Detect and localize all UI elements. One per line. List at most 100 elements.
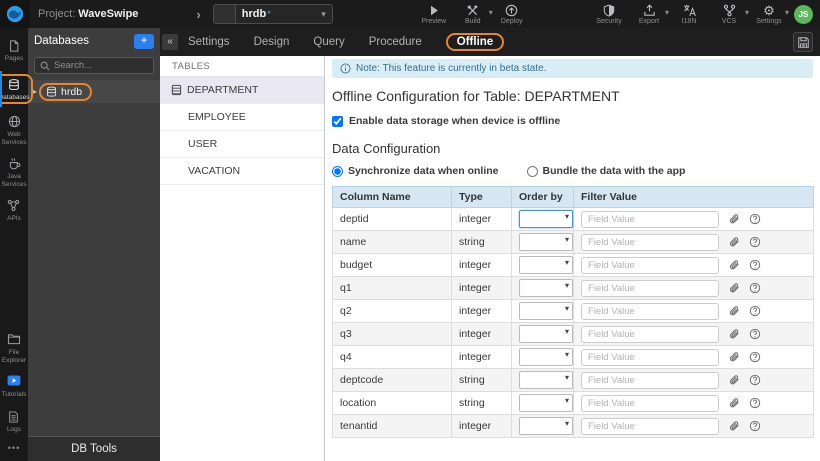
action-preview-button[interactable]: Preview	[421, 3, 447, 25]
help-icon[interactable]	[749, 236, 761, 248]
table-item-user[interactable]: USER	[160, 131, 324, 158]
filter-value-input[interactable]	[581, 325, 719, 343]
search-input[interactable]	[54, 60, 154, 71]
filter-value-input[interactable]	[581, 348, 719, 366]
filter-value-input[interactable]	[581, 302, 719, 320]
bind-field-icon[interactable]	[728, 351, 740, 363]
synchronize-radio[interactable]	[332, 165, 343, 177]
bind-field-icon[interactable]	[728, 328, 740, 340]
help-icon[interactable]	[749, 351, 761, 363]
bind-field-icon[interactable]	[728, 282, 740, 294]
sidebar-item-tutorials[interactable]: Tutorials	[0, 375, 28, 399]
bind-field-icon[interactable]	[728, 305, 740, 317]
filter-value-input[interactable]	[581, 256, 719, 274]
wavemaker-logo[interactable]	[0, 0, 30, 28]
tool-vcs-button[interactable]: VCS ▾	[716, 3, 749, 25]
column-type-cell: integer	[451, 299, 512, 323]
order-by-cell	[511, 322, 574, 346]
tool-i18n-button[interactable]: I18N	[676, 3, 702, 25]
pages-icon	[8, 39, 20, 53]
enable-offline-storage-checkbox[interactable]	[332, 115, 343, 127]
help-icon[interactable]	[749, 374, 761, 386]
database-icon	[46, 86, 57, 98]
help-icon[interactable]	[749, 213, 761, 225]
order-by-select[interactable]	[519, 279, 573, 297]
folder-icon	[7, 333, 21, 347]
order-by-select[interactable]	[519, 325, 573, 343]
db-tools-button[interactable]: DB Tools	[28, 436, 160, 461]
order-by-select[interactable]	[519, 371, 573, 389]
tree-expand-caret-icon[interactable]: ▸	[33, 87, 37, 96]
order-by-cell	[511, 414, 574, 438]
sidebar-item-java-services[interactable]: Java Services	[0, 157, 28, 188]
tab-query[interactable]: Query	[313, 36, 344, 48]
project-label: Project:	[38, 8, 76, 20]
filter-value-cell	[573, 230, 814, 254]
order-by-select[interactable]	[519, 210, 573, 228]
filter-value-input[interactable]	[581, 279, 719, 297]
bind-field-icon[interactable]	[728, 259, 740, 271]
database-item-hrdb[interactable]: ▸ hrdb	[28, 80, 160, 103]
order-by-select[interactable]	[519, 417, 573, 435]
filter-value-cell	[573, 322, 814, 346]
sidebar-item-label: Tutorials	[1, 391, 27, 398]
sidebar-item-logs[interactable]: Logs	[0, 410, 28, 434]
add-database-button[interactable]: +	[134, 33, 154, 49]
help-icon[interactable]	[749, 282, 761, 294]
export-icon	[643, 3, 656, 17]
column-name-cell: q4	[332, 345, 452, 369]
order-by-cell	[511, 368, 574, 392]
order-by-select[interactable]	[519, 256, 573, 274]
tab-settings[interactable]: Settings	[188, 36, 230, 48]
bind-field-icon[interactable]	[728, 397, 740, 409]
sidebar-item-web-services[interactable]: Web Services	[0, 115, 28, 146]
filter-value-input[interactable]	[581, 394, 719, 412]
breadcrumb-chevron-icon: ›	[196, 6, 201, 22]
filter-value-input[interactable]	[581, 233, 719, 251]
order-by-select[interactable]	[519, 348, 573, 366]
order-by-select[interactable]	[519, 302, 573, 320]
topbar-action-group: Preview Build ▾ Deploy	[421, 3, 525, 25]
bind-field-icon[interactable]	[728, 213, 740, 225]
help-icon[interactable]	[749, 397, 761, 409]
database-selector-dropdown[interactable]: hrdb * ▾	[212, 4, 333, 24]
bind-field-icon[interactable]	[728, 374, 740, 386]
action-build-button[interactable]: Build ▾	[460, 3, 493, 25]
tool-security-button[interactable]: Security	[596, 3, 622, 25]
tool-settings-button[interactable]: ⚙ Settings ▾	[756, 3, 789, 25]
tool-export-button[interactable]: Export ▾	[636, 3, 669, 25]
sidebar-item-apis[interactable]: APIs	[0, 199, 28, 223]
sidebar-more-button[interactable]: •••	[8, 443, 20, 453]
filter-value-cell	[573, 414, 814, 438]
tab-offline[interactable]: Offline	[445, 33, 505, 51]
globe-icon	[8, 115, 21, 129]
sidebar-item-file-explorer[interactable]: File Explorer	[0, 333, 28, 364]
bind-field-icon[interactable]	[728, 236, 740, 248]
action-deploy-button[interactable]: Deploy	[499, 3, 525, 25]
table-item-vacation[interactable]: VACATION	[160, 158, 324, 185]
action-deploy-label: Deploy	[500, 18, 523, 25]
table-header-row: Column Name Type Order by Filter Value	[332, 186, 814, 208]
order-by-select[interactable]	[519, 394, 573, 412]
bundle-radio[interactable]	[526, 165, 538, 177]
order-by-select[interactable]	[519, 233, 573, 251]
sidebar-item-pages[interactable]: Pages	[0, 39, 28, 63]
tab-design[interactable]: Design	[254, 36, 290, 48]
table-item-department[interactable]: DEPARTMENT	[160, 77, 324, 104]
help-icon[interactable]	[749, 259, 761, 271]
table-item-employee[interactable]: EMPLOYEE	[160, 104, 324, 131]
column-type-cell: string	[451, 230, 512, 254]
tool-i18n-label: I18N	[681, 18, 697, 25]
bind-field-icon[interactable]	[728, 420, 740, 432]
filter-value-input[interactable]	[581, 210, 719, 228]
filter-value-input[interactable]	[581, 371, 719, 389]
collapse-panel-button[interactable]: «	[162, 34, 178, 50]
save-button[interactable]	[793, 32, 813, 52]
sidebar-item-databases[interactable]: Databases	[0, 70, 33, 107]
filter-value-input[interactable]	[581, 417, 719, 435]
help-icon[interactable]	[749, 328, 761, 340]
user-avatar[interactable]: JS	[794, 4, 813, 24]
help-icon[interactable]	[749, 420, 761, 432]
help-icon[interactable]	[749, 305, 761, 317]
tab-procedure[interactable]: Procedure	[369, 36, 422, 48]
